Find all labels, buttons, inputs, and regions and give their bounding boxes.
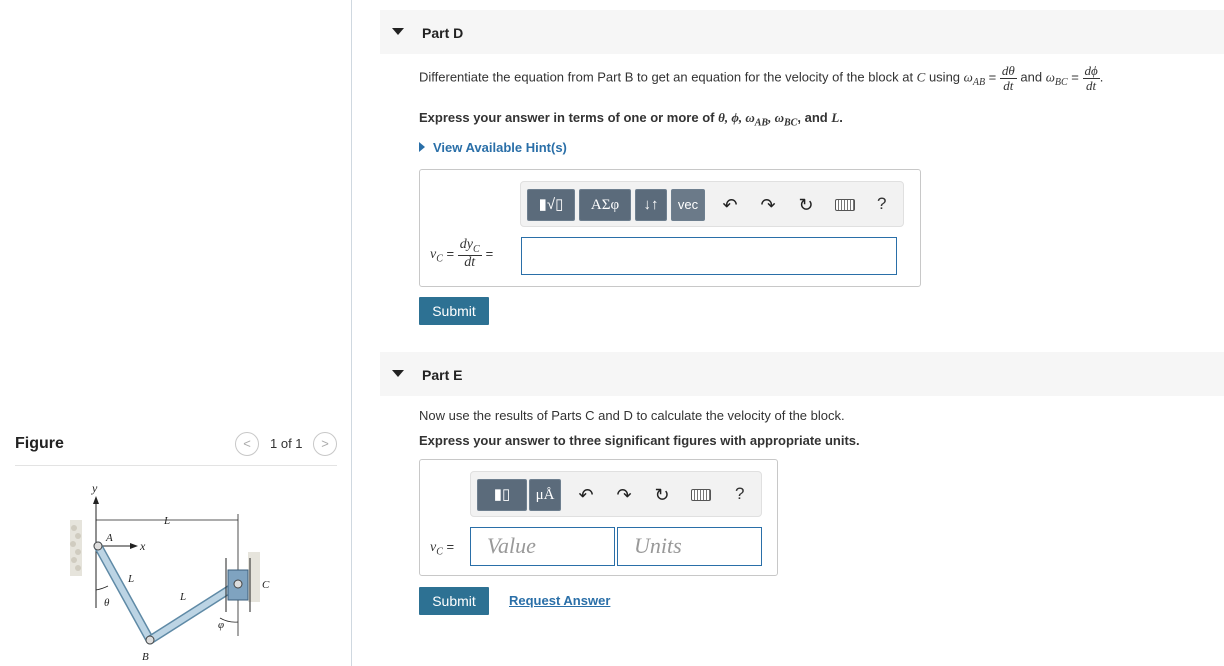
part-d-answer-input[interactable] bbox=[521, 237, 897, 275]
point-b-label: B bbox=[142, 651, 149, 663]
y-axis-arrow bbox=[93, 496, 99, 504]
subscript-superscript-button[interactable]: ↓↑ bbox=[635, 189, 667, 221]
redo-icon[interactable]: ↷ bbox=[757, 194, 779, 216]
part-e-instructions: Express your answer to three significant… bbox=[419, 433, 860, 448]
figure-page-count: 1 of 1 bbox=[270, 436, 303, 451]
part-e-units-toolbar: ▮▯ μÅ ↶ ↷ ↻ ? bbox=[470, 471, 762, 517]
part-d-header[interactable]: Part D bbox=[380, 10, 1224, 54]
point-a-label: A bbox=[105, 532, 113, 544]
units-button[interactable]: μÅ bbox=[529, 479, 561, 511]
part-e-submit-button[interactable]: Submit bbox=[419, 587, 489, 615]
help-icon[interactable]: ? bbox=[735, 484, 744, 504]
pin-b bbox=[145, 635, 155, 645]
part-d-instructions: Express your answer in terms of one or m… bbox=[419, 110, 843, 129]
x-axis-label: x bbox=[139, 539, 146, 553]
figure-panel: Figure < 1 of 1 > y x L A B C L L θ φ bbox=[0, 0, 352, 666]
figure-title: Figure bbox=[15, 435, 64, 452]
reset-icon[interactable]: ↻ bbox=[651, 484, 673, 506]
reset-icon[interactable]: ↻ bbox=[795, 194, 817, 216]
point-c-label: C bbox=[262, 579, 270, 591]
collapse-caret-icon[interactable] bbox=[392, 28, 404, 35]
undo-icon[interactable]: ↶ bbox=[575, 484, 597, 506]
previous-figure-button[interactable]: < bbox=[235, 432, 259, 456]
dimension-label-l: L bbox=[163, 515, 170, 527]
help-icon[interactable]: ? bbox=[877, 194, 886, 214]
phi-label: φ bbox=[218, 619, 224, 631]
redo-icon[interactable]: ↷ bbox=[613, 484, 635, 506]
y-axis-label: y bbox=[91, 481, 98, 495]
theta-arc bbox=[95, 585, 109, 591]
mechanism-figure[interactable]: y x L A B C L L θ φ bbox=[60, 478, 290, 664]
keyboard-icon[interactable] bbox=[691, 489, 711, 501]
expand-triangle-icon bbox=[419, 142, 425, 152]
keyboard-icon[interactable] bbox=[835, 199, 855, 211]
link-bc-highlight bbox=[147, 581, 241, 643]
part-e-title: Part E bbox=[422, 367, 463, 383]
theta-label: θ bbox=[104, 597, 110, 609]
vector-button[interactable]: vec bbox=[671, 189, 705, 221]
value-input[interactable]: Value bbox=[470, 527, 615, 566]
next-figure-button[interactable]: > bbox=[313, 432, 337, 456]
greek-symbols-button[interactable]: ΑΣφ bbox=[579, 189, 631, 221]
view-hints-link[interactable]: View Available Hint(s) bbox=[419, 140, 567, 155]
part-d-answer-box: ▮√▯ ΑΣφ ↓↑ vec ↶ ↷ ↻ ? vC = dyC dt = bbox=[419, 169, 921, 287]
units-input[interactable]: Units bbox=[617, 527, 762, 566]
collapse-caret-icon[interactable] bbox=[392, 370, 404, 377]
part-e-lhs: vC = bbox=[430, 539, 455, 558]
request-answer-link[interactable]: Request Answer bbox=[509, 593, 610, 608]
link-ab-length-label: L bbox=[127, 573, 134, 585]
part-e-answer-box: ▮▯ μÅ ↶ ↷ ↻ ? vC = Value Units bbox=[419, 459, 778, 576]
part-d-title: Part D bbox=[422, 25, 464, 41]
part-e-header[interactable]: Part E bbox=[380, 352, 1224, 396]
figure-header: Figure < 1 of 1 > bbox=[15, 432, 337, 466]
link-ab-highlight bbox=[95, 543, 153, 643]
templates-button[interactable]: ▮√▯ bbox=[527, 189, 575, 221]
part-e-question: Now use the results of Parts C and D to … bbox=[419, 408, 845, 423]
link-bc-length-label: L bbox=[179, 591, 186, 603]
pin-c bbox=[233, 579, 243, 589]
undo-icon[interactable]: ↶ bbox=[719, 194, 741, 216]
pin-a bbox=[93, 541, 103, 551]
part-d-math-toolbar: ▮√▯ ΑΣφ ↓↑ vec ↶ ↷ ↻ ? bbox=[520, 181, 904, 227]
templates-button[interactable]: ▮▯ bbox=[477, 479, 527, 511]
part-d-lhs: vC = dyC dt = bbox=[430, 237, 494, 271]
x-axis-arrow bbox=[130, 543, 138, 549]
left-wall bbox=[70, 520, 82, 576]
part-d-submit-button[interactable]: Submit bbox=[419, 297, 489, 325]
part-d-question: Differentiate the equation from Part B t… bbox=[419, 63, 1104, 93]
